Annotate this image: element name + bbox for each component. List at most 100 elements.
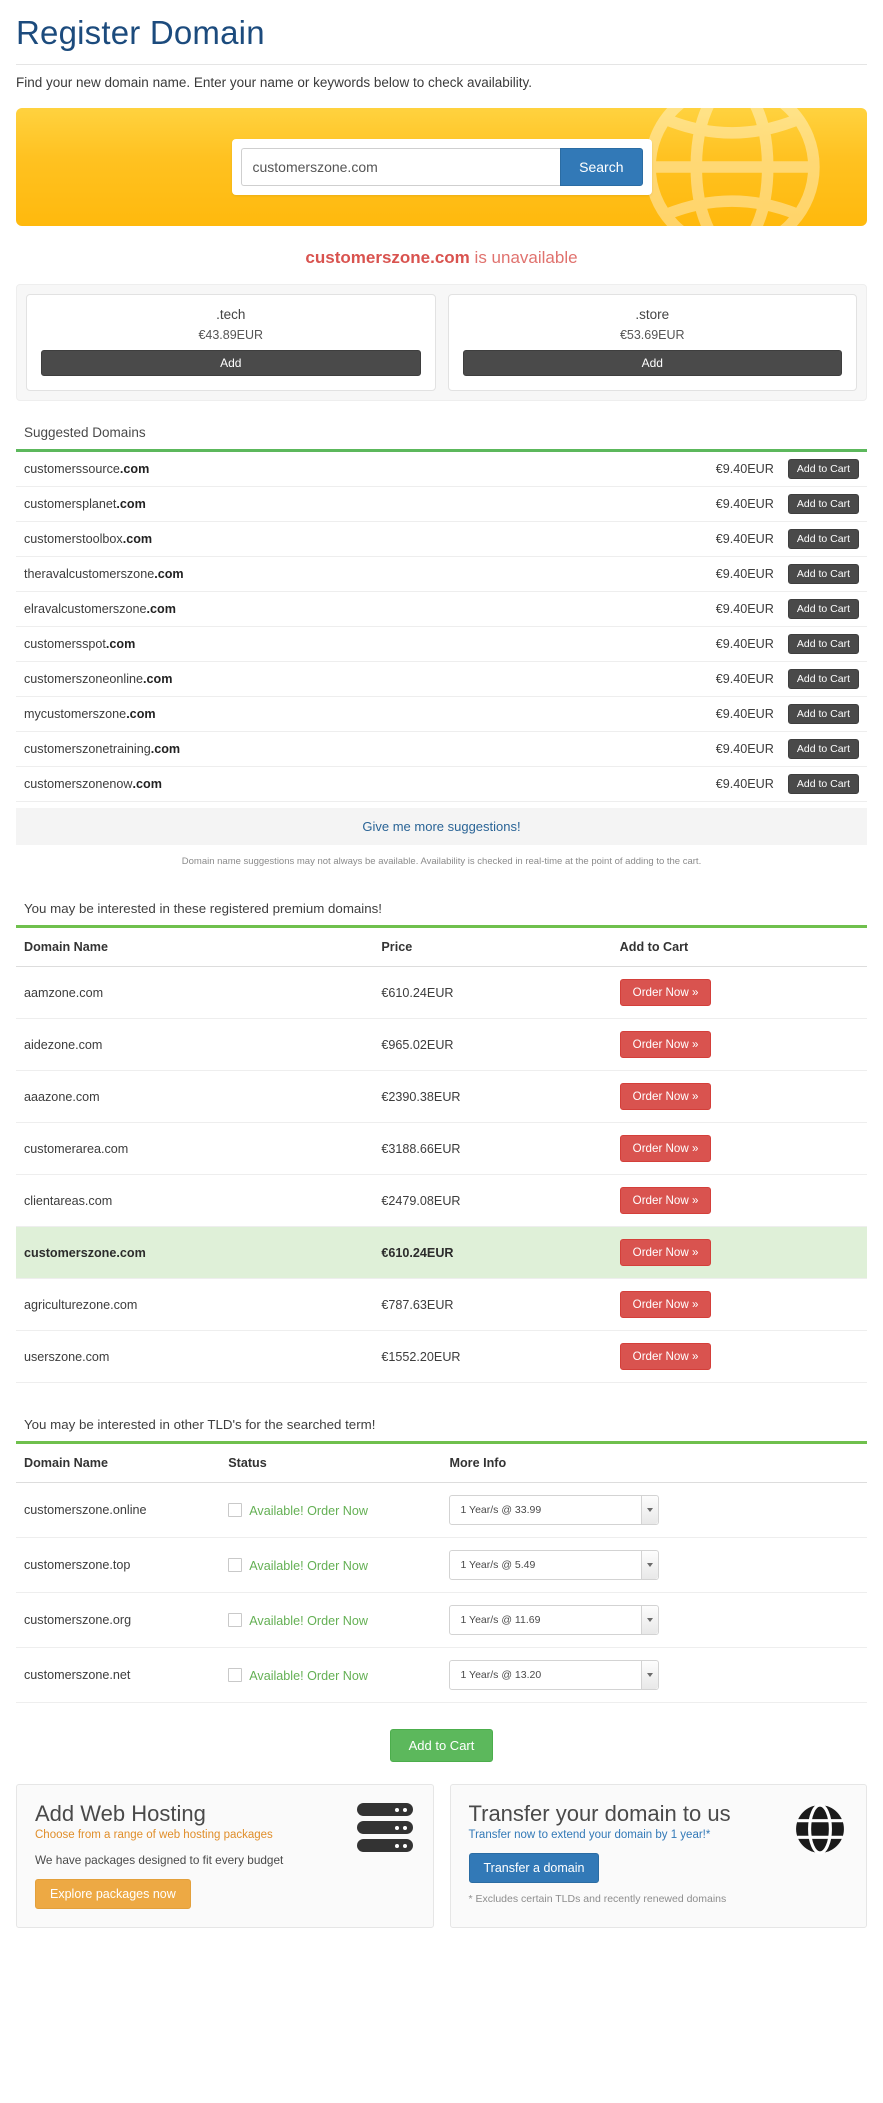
add-to-cart-button[interactable]: Add to Cart	[787, 564, 859, 584]
order-now-button[interactable]: Order Now »	[619, 1031, 712, 1058]
promo-panels: Add Web Hosting Choose from a range of w…	[16, 1784, 867, 1954]
premium-order-cell: Order Now »	[611, 1278, 867, 1331]
add-to-cart-button[interactable]: Add to Cart	[787, 774, 859, 794]
premium-domains-table: Domain Name Price Add to Cart aamzone.co…	[16, 928, 867, 1383]
domain-select-checkbox[interactable]	[228, 1667, 243, 1682]
other-tld-status-cell: Available! Order Now	[220, 1537, 442, 1593]
chevron-down-icon[interactable]	[641, 1551, 659, 1579]
search-input[interactable]	[240, 148, 561, 186]
order-now-button[interactable]: Order Now »	[619, 1135, 712, 1162]
domain-select-checkbox[interactable]	[228, 1557, 243, 1572]
registration-period-select[interactable]: 1 Year/s @ 13.20	[449, 1660, 660, 1690]
registration-period-select[interactable]: 1 Year/s @ 33.99	[449, 1495, 660, 1525]
order-now-button[interactable]: Order Now »	[619, 1343, 712, 1370]
domain-tld: .com	[119, 462, 150, 476]
globe-icon	[627, 108, 837, 226]
table-row: customerszone.net Available! Order Now 1 Y…	[16, 1647, 867, 1703]
order-now-button[interactable]: Order Now »	[619, 1083, 712, 1110]
domain-select-checkbox[interactable]	[228, 1502, 243, 1517]
chevron-down-icon[interactable]	[641, 1496, 659, 1524]
add-to-cart-button[interactable]: Add to Cart	[787, 669, 859, 689]
add-to-cart-button[interactable]: Add to Cart	[389, 1729, 494, 1762]
registration-period-value: 1 Year/s @ 33.99	[460, 1504, 542, 1516]
domain-tld: .com	[105, 637, 136, 651]
domain-tld: .com	[154, 567, 184, 581]
add-to-cart-button[interactable]: Add to Cart	[787, 459, 859, 479]
other-tld-status-cell: Available! Order Now	[220, 1647, 442, 1703]
domain-search-form: Search	[231, 139, 652, 195]
transfer-promo-subtitle: Transfer now to extend your domain by 1 …	[468, 1829, 711, 1841]
available-order-now-link[interactable]: Available! Order Now	[249, 1559, 368, 1573]
add-to-cart-button[interactable]: Add to Cart	[787, 529, 859, 549]
search-button[interactable]: Search	[560, 148, 643, 186]
other-tld-status-cell: Available! Order Now	[220, 1592, 442, 1648]
order-now-button[interactable]: Order Now »	[619, 979, 712, 1006]
suggested-domains-list: customerssource.com €9.40EUR Add to Cart cu…	[16, 452, 867, 802]
tld-add-button[interactable]: Add	[41, 350, 421, 376]
registration-period-select[interactable]: 1 Year/s @ 11.69	[449, 1605, 660, 1635]
domain-sld: customerszonetraining	[24, 742, 151, 756]
register-domain-page: Register Domain Find your new domain nam…	[0, 14, 883, 1954]
explore-packages-button[interactable]: Explore packages now	[35, 1879, 191, 1909]
available-order-now-link[interactable]: Available! Order Now	[249, 1504, 368, 1518]
chevron-down-icon[interactable]	[641, 1661, 659, 1689]
transfer-domain-button[interactable]: Transfer a domain	[468, 1853, 600, 1883]
table-row: aaazone.com €2390.38EUR Order Now »	[16, 1070, 867, 1123]
more-suggestions-link[interactable]: Give me more suggestions!	[362, 819, 520, 834]
suggested-domain-row: customerssource.com €9.40EUR Add to Cart	[16, 452, 867, 487]
suggested-domain-price: €9.40EUR	[715, 532, 774, 546]
domain-sld: customerszoneonline	[24, 672, 144, 686]
tld-price: €53.69EUR	[619, 328, 685, 342]
column-header-price: Price	[373, 928, 612, 967]
chevron-down-icon[interactable]	[641, 1606, 659, 1634]
registration-period-value: 1 Year/s @ 5.49	[460, 1559, 536, 1571]
premium-domain-price: €787.63EUR	[373, 1278, 612, 1331]
domain-sld: customerstoolbox	[24, 532, 123, 546]
table-header-row: Domain Name Price Add to Cart	[16, 928, 867, 967]
premium-domain-price: €3188.66EUR	[373, 1122, 612, 1175]
suggested-domain-name: customerszoneonline.com	[24, 672, 716, 686]
transfer-promo-title: Transfer your domain to us	[468, 1801, 731, 1826]
order-now-button[interactable]: Order Now »	[619, 1239, 712, 1266]
column-header-status: Status	[220, 1444, 442, 1483]
premium-order-cell: Order Now »	[611, 1330, 867, 1383]
premium-domain-name: clientareas.com	[16, 1174, 374, 1227]
suggested-domain-name: theravalcustomerszone.com	[24, 567, 716, 581]
other-tld-more-info-cell: 1 Year/s @ 33.99	[441, 1482, 867, 1538]
add-to-cart-button[interactable]: Add to Cart	[787, 704, 859, 724]
domain-select-checkbox[interactable]	[228, 1612, 243, 1627]
domain-sld: customersspot	[24, 637, 106, 651]
order-now-button[interactable]: Order Now »	[619, 1291, 712, 1318]
page-title: Register Domain	[16, 14, 867, 65]
suggested-domain-name: customerssource.com	[24, 462, 716, 476]
column-header-domain-name: Domain Name	[16, 1444, 221, 1483]
add-to-cart-button[interactable]: Add to Cart	[787, 739, 859, 759]
registration-period-select[interactable]: 1 Year/s @ 5.49	[449, 1550, 660, 1580]
registration-period-value: 1 Year/s @ 13.20	[460, 1669, 542, 1681]
suggested-domains-title: Suggested Domains	[16, 425, 867, 452]
premium-domain-name: customerarea.com	[16, 1122, 374, 1175]
table-row: customerarea.com €3188.66EUR Order Now »	[16, 1122, 867, 1175]
premium-order-cell: Order Now »	[611, 1226, 867, 1279]
tld-price: €43.89EUR	[198, 328, 264, 342]
add-to-cart-button[interactable]: Add to Cart	[787, 634, 859, 654]
domain-sld: theravalcustomerszone	[24, 567, 155, 581]
tld-add-button[interactable]: Add	[462, 350, 842, 376]
premium-domain-price: €965.02EUR	[373, 1018, 612, 1071]
suggestions-disclaimer: Domain name suggestions may not always b…	[181, 856, 702, 867]
order-now-button[interactable]: Order Now »	[619, 1187, 712, 1214]
add-to-cart-section: Add to Cart	[16, 1703, 867, 1784]
add-to-cart-button[interactable]: Add to Cart	[787, 599, 859, 619]
premium-domain-name: aaazone.com	[16, 1070, 374, 1123]
premium-domain-price: €2479.08EUR	[373, 1174, 612, 1227]
transfer-promo-footnote: * Excludes certain TLDs and recently ren…	[468, 1893, 727, 1905]
available-order-now-link[interactable]: Available! Order Now	[249, 1614, 368, 1628]
table-row: aamzone.com €610.24EUR Order Now »	[16, 966, 867, 1019]
table-row: customerszone.top Available! Order Now 1 Y…	[16, 1537, 867, 1593]
add-to-cart-button[interactable]: Add to Cart	[787, 494, 859, 514]
other-tlds-table: Domain Name Status More Info customerszo…	[16, 1444, 867, 1703]
suggested-domain-name: customerstoolbox.com	[24, 532, 716, 546]
globe-solid-icon	[794, 1803, 846, 1860]
suggested-domain-price: €9.40EUR	[715, 567, 774, 581]
available-order-now-link[interactable]: Available! Order Now	[249, 1669, 368, 1683]
